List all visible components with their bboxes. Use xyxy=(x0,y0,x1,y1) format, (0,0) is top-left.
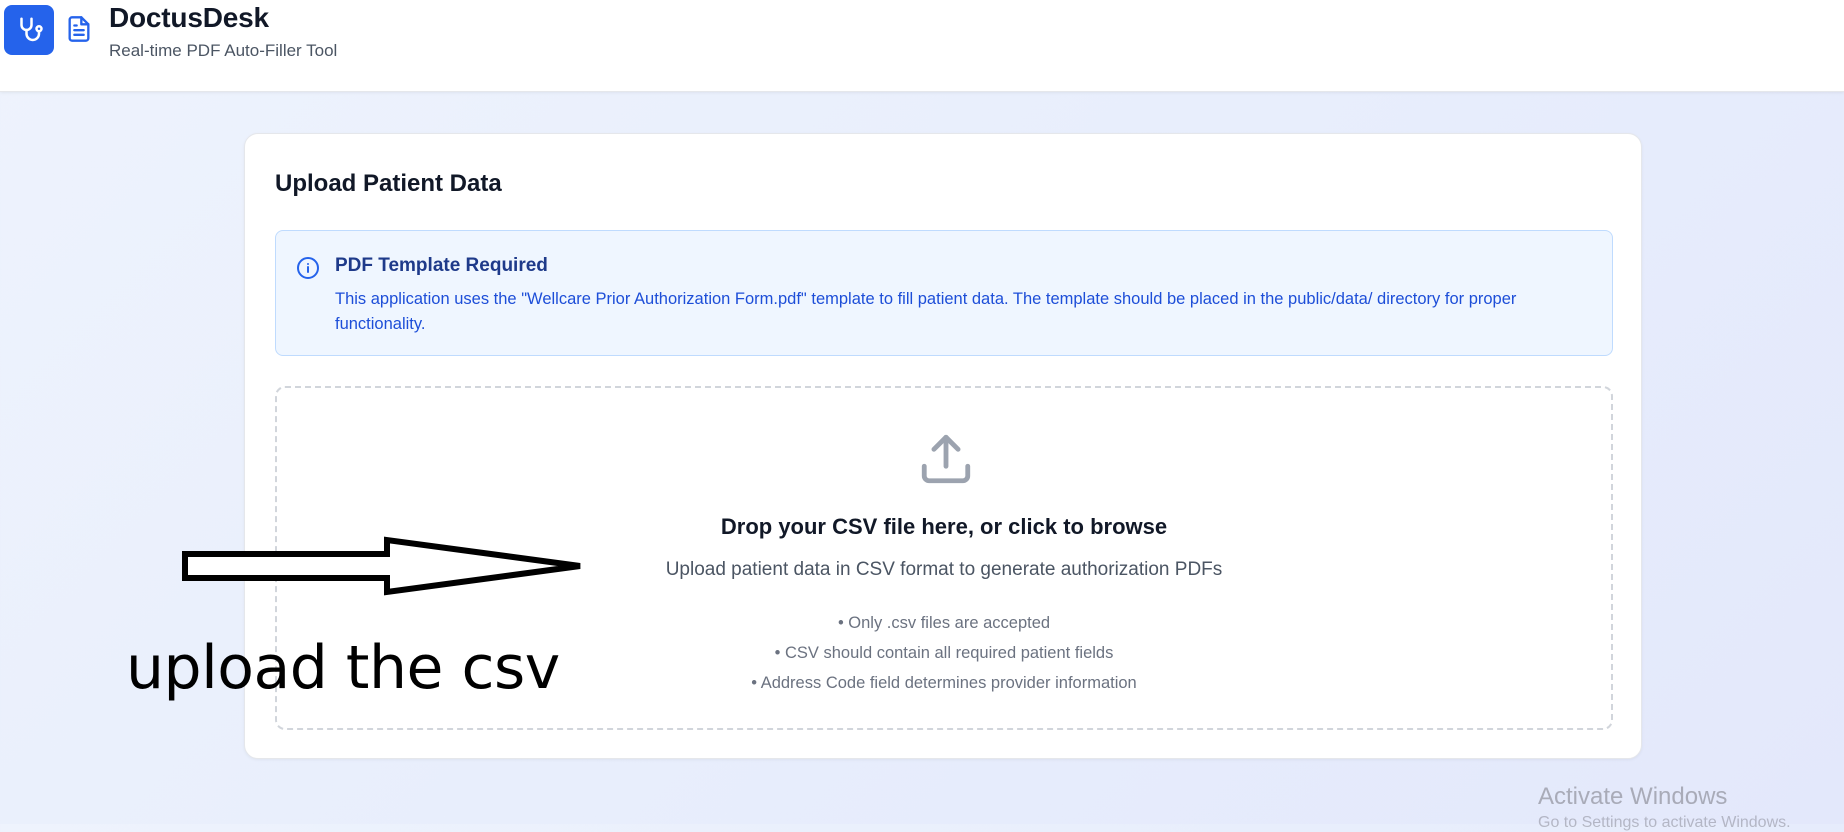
annotation-text: upload the csv xyxy=(126,633,560,703)
activate-windows-title: Activate Windows xyxy=(1538,783,1728,810)
file-text-icon xyxy=(65,15,93,43)
brand-tagline: Real-time PDF Auto-Filler Tool xyxy=(109,41,338,60)
notice-body: This application uses the "Wellcare Prio… xyxy=(335,290,1517,333)
notice-title: PDF Template Required xyxy=(335,255,548,276)
brand-name: DoctusDesk xyxy=(109,2,269,33)
stethoscope-icon[interactable] xyxy=(4,5,54,55)
info-icon xyxy=(296,256,320,280)
upload-icon xyxy=(917,430,975,488)
activate-windows-subtitle: Go to Settings to activate Windows. xyxy=(1538,814,1791,831)
template-notice: PDF Template Required This application u… xyxy=(275,230,1613,356)
app-header: DoctusDesk Real-time PDF Auto-Filler Too… xyxy=(0,0,1844,92)
arrow-right-icon xyxy=(180,536,590,596)
card-title: Upload Patient Data xyxy=(275,170,502,197)
